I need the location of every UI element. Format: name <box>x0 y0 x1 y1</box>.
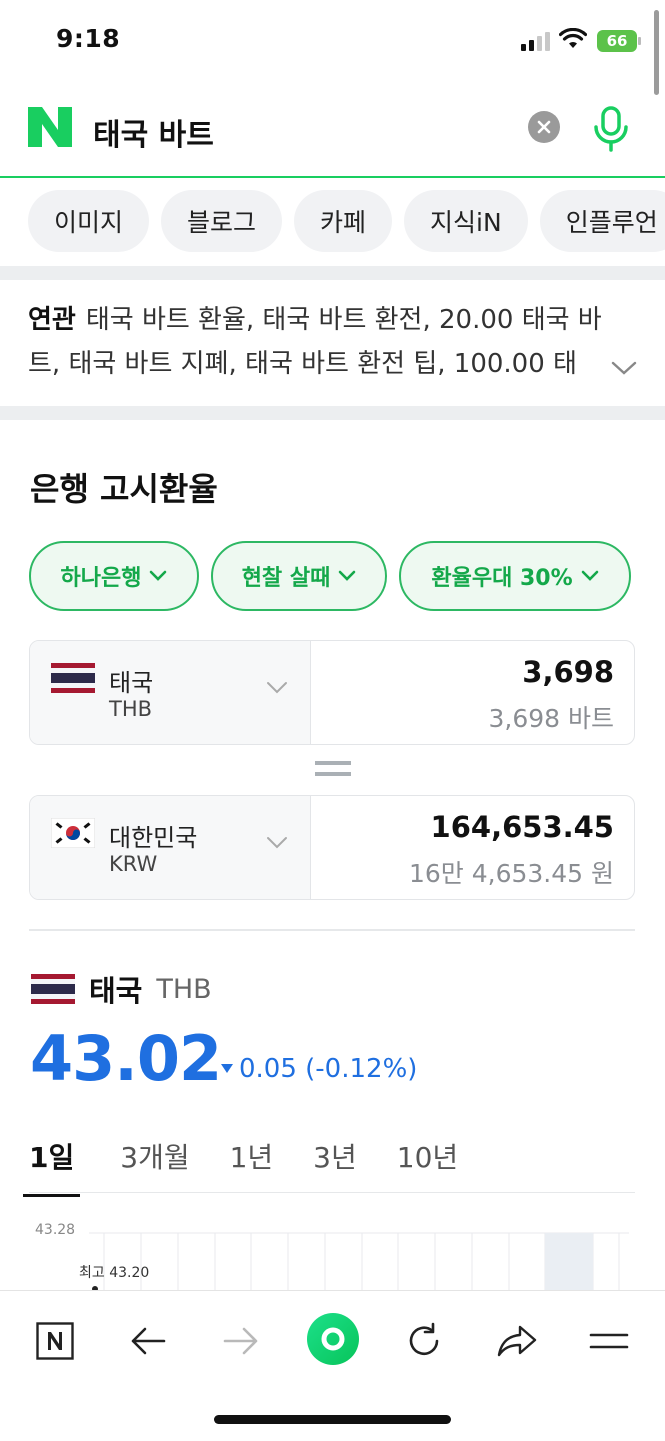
rate-header: 태국 THB <box>31 968 212 1010</box>
transaction-type-dropdown[interactable]: 현찰 살때 <box>211 541 387 611</box>
search-category-tabs: 이미지 블로그 카페 지식iN 인플루언 <box>28 190 665 252</box>
chevron-down-icon <box>267 837 287 849</box>
exchange-filters: 하나은행 현찰 살때 환율우대 30% <box>29 541 631 611</box>
period-tab-10y[interactable]: 10년 <box>397 1136 458 1194</box>
section-divider <box>0 406 665 420</box>
to-code: KRW <box>109 852 158 876</box>
from-currency-selector[interactable]: 태국 THB <box>30 641 311 744</box>
divider <box>29 929 635 931</box>
naver-home-button[interactable] <box>27 1313 83 1369</box>
to-currency-box: 대한민국 KRW 164,653.45 16만 4,653.45 원 <box>29 795 635 900</box>
chevron-down-icon[interactable] <box>611 360 637 376</box>
south-korea-flag-icon <box>51 818 95 848</box>
rate-change: 0.05 (-0.12%) <box>221 1054 417 1084</box>
equals-icon <box>315 761 351 776</box>
chevron-down-icon <box>339 570 356 581</box>
cellular-signal-icon <box>521 32 550 51</box>
period-tab-3y[interactable]: 3년 <box>313 1136 357 1194</box>
search-query[interactable]: 태국 바트 <box>93 110 214 154</box>
chevron-down-icon <box>581 570 598 581</box>
tab-knowledge-in[interactable]: 지식iN <box>404 190 528 252</box>
search-header: 태국 바트 <box>0 76 665 178</box>
chevron-down-icon <box>150 570 167 581</box>
home-indicator <box>214 1415 451 1424</box>
tab-images[interactable]: 이미지 <box>28 190 150 252</box>
share-button[interactable] <box>489 1313 545 1369</box>
green-dot-icon <box>307 1313 359 1365</box>
bank-filter-dropdown[interactable]: 하나은행 <box>29 541 199 611</box>
status-time: 9:18 <box>56 24 121 53</box>
tab-blog[interactable]: 블로그 <box>161 190 283 252</box>
naver-home-icon <box>36 1322 74 1360</box>
chevron-down-icon <box>267 682 287 694</box>
period-tab-1y[interactable]: 1년 <box>230 1136 274 1194</box>
bank-filter-label: 하나은행 <box>60 566 142 591</box>
menu-icon <box>589 1333 629 1349</box>
scroll-indicator <box>654 10 659 95</box>
related-label: 연관 <box>28 305 76 335</box>
chart-y-tick: 43.28 <box>35 1222 76 1238</box>
bank-rate-title: 은행 고시환율 <box>30 470 218 508</box>
clear-search-button[interactable] <box>528 111 560 143</box>
menu-button[interactable] <box>581 1313 637 1369</box>
thailand-flag-icon <box>31 974 75 1004</box>
preferential-rate-label: 환율우대 30% <box>431 566 573 591</box>
refresh-icon <box>409 1322 439 1356</box>
naver-logo-icon[interactable] <box>28 107 72 147</box>
period-tab-3m[interactable]: 3개월 <box>120 1136 189 1194</box>
triangle-down-icon <box>221 1064 233 1073</box>
to-country: 대한민국 <box>109 824 198 852</box>
related-searches[interactable]: 연관 태국 바트 환율, 태국 바트 환전, 20.00 태국 바트, 태국 바트… <box>28 298 628 386</box>
battery-level: 66 <box>606 32 628 50</box>
thailand-flag-icon <box>51 663 95 693</box>
from-amount-input[interactable]: 3,698 <box>522 655 614 689</box>
back-button[interactable] <box>120 1313 176 1369</box>
close-icon <box>537 120 551 134</box>
forward-button[interactable] <box>213 1313 269 1369</box>
to-currency-selector[interactable]: 대한민국 KRW <box>30 796 311 899</box>
wifi-icon <box>559 28 587 48</box>
to-amount-text: 16만 4,653.45 원 <box>408 859 614 888</box>
refresh-button[interactable] <box>396 1313 452 1369</box>
from-country: 태국 <box>109 669 154 697</box>
tab-influencer[interactable]: 인플루언 <box>539 190 665 252</box>
related-text[interactable]: 태국 바트 환율, 태국 바트 환전, 20.00 태국 바트, 태국 바트 지… <box>28 305 602 379</box>
preferential-rate-dropdown[interactable]: 환율우대 30% <box>399 541 631 611</box>
rate-change-value: 0.05 (-0.12%) <box>239 1054 418 1084</box>
period-tabs: 1일 3개월 1년 3년 10년 <box>23 1136 498 1197</box>
from-amount-text: 3,698 바트 <box>488 704 614 733</box>
period-tabs-divider <box>29 1192 635 1193</box>
rate-country: 태국 <box>89 974 143 1008</box>
share-icon <box>497 1325 537 1357</box>
rate-code: THB <box>156 973 212 1005</box>
battery-icon: 66 <box>597 30 641 52</box>
to-amount-input[interactable]: 164,653.45 <box>431 810 614 844</box>
from-code: THB <box>109 697 153 721</box>
tab-cafe[interactable]: 카페 <box>294 190 393 252</box>
green-dot-button[interactable] <box>303 1309 363 1369</box>
section-divider <box>0 266 665 280</box>
current-rate: 43.02 <box>30 1022 222 1095</box>
from-currency-box: 태국 THB 3,698 3,698 바트 <box>29 640 635 745</box>
microphone-icon[interactable] <box>592 106 630 152</box>
forward-icon <box>223 1327 258 1355</box>
back-icon <box>131 1327 166 1355</box>
period-tab-1d[interactable]: 1일 <box>23 1136 81 1197</box>
transaction-type-label: 현찰 살때 <box>241 566 331 591</box>
chart-high-label: 최고 43.20 <box>79 1265 150 1281</box>
chart-highlight-band <box>545 1233 593 1291</box>
